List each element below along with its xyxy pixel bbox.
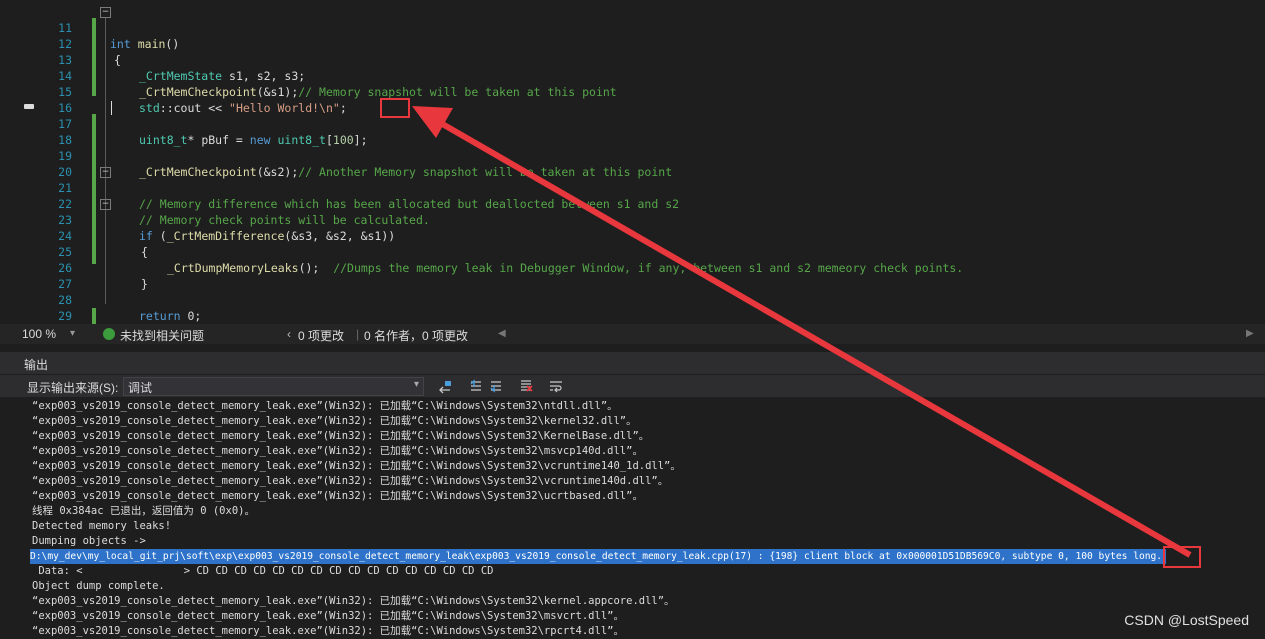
code-line-29: 29 }	[0, 292, 1265, 339]
output-line: “exp003_vs2019_console_detect_memory_lea…	[32, 430, 650, 442]
output-line-selected[interactable]: D:\my_dev\my_local_git_prj\soft\exp\exp0…	[30, 549, 1167, 564]
chevron-down-icon: ▾	[413, 379, 419, 390]
output-line: “exp003_vs2019_console_detect_memory_lea…	[32, 610, 624, 622]
change-arrow-icon: ‹	[287, 327, 291, 341]
issues-status[interactable]: 未找到相关问题	[120, 327, 204, 344]
output-source-label: 显示输出来源(S):	[27, 381, 119, 395]
output-line: Dumping objects ->	[32, 535, 146, 547]
output-line: “exp003_vs2019_console_detect_memory_lea…	[32, 460, 681, 472]
output-panel-title: 输出	[24, 358, 49, 372]
output-line: Detected memory leaks!	[32, 520, 172, 532]
find-message-icon[interactable]	[437, 378, 453, 394]
code-line-19: 19 _CrtMemCheckpoint(&s2);// Another Mem…	[0, 132, 1265, 179]
output-line: “exp003_vs2019_console_detect_memory_lea…	[32, 490, 643, 502]
output-line: Object dump complete.	[32, 580, 165, 592]
check-circle-icon	[103, 328, 115, 340]
code-line-17: 17 uint8_t* pBuf = new uint8_t[100];	[0, 100, 1265, 147]
zoom-level[interactable]: 100 %	[22, 327, 56, 341]
clear-all-icon[interactable]	[518, 378, 534, 394]
output-source-dropdown[interactable]: 调试 ▾	[123, 377, 424, 396]
code-line-18: 18	[0, 116, 1265, 147]
code-line-16: 16	[0, 84, 1265, 115]
output-line: “exp003_vs2019_console_detect_memory_lea…	[32, 595, 675, 607]
output-toolbar: 显示输出来源(S): 调试 ▾	[0, 375, 1265, 397]
divider: |	[356, 327, 360, 341]
code-line-13: 13 _CrtMemState s1, s2, s3;	[0, 36, 1265, 83]
text-caret	[111, 101, 112, 115]
code-line-21: 21 // Memory difference which has been a…	[0, 164, 1265, 211]
next-message-icon[interactable]	[488, 378, 504, 394]
code-line-22: 22 // Memory check points will be calcul…	[0, 180, 1265, 227]
output-line: 线程 0x384ac 已退出，返回值为 0 (0x0)。	[32, 505, 255, 517]
output-line: Data: < > CD CD CD CD CD CD CD CD CD CD …	[32, 565, 494, 577]
code-line-11: 11 int main()	[0, 4, 1265, 51]
output-panel-header: 输出	[0, 352, 1265, 374]
code-line-25: 25 _CrtDumpMemoryLeaks(); //Dumps the me…	[0, 228, 1265, 275]
code-line-26: 26 }	[0, 244, 1265, 291]
code-editor[interactable]: − − − 11 int main() 12 { 13 _CrtMemState…	[0, 0, 1265, 339]
previous-message-icon[interactable]	[468, 378, 484, 394]
output-line: “exp003_vs2019_console_detect_memory_lea…	[32, 415, 637, 427]
scroll-right-icon[interactable]: ▶	[1246, 328, 1254, 339]
code-line-12: 12 {	[0, 20, 1265, 67]
editor-status-bar: 100 % ▾ 未找到相关问题 ‹ 0 项更改 | 0 名作者，0 项更改 ◀ …	[0, 324, 1265, 344]
watermark: CSDN @LostSpeed	[1124, 612, 1249, 628]
output-line: “exp003_vs2019_console_detect_memory_lea…	[32, 445, 643, 457]
output-text-area[interactable]: “exp003_vs2019_console_detect_memory_lea…	[0, 398, 1265, 638]
code-line-14: 14 _CrtMemCheckpoint(&s1);// Memory snap…	[0, 52, 1265, 99]
code-line-28: 28 return 0;	[0, 276, 1265, 323]
code-line-24: 24 {	[0, 212, 1265, 259]
chevron-down-icon[interactable]: ▾	[70, 328, 75, 339]
output-line: “exp003_vs2019_console_detect_memory_lea…	[32, 475, 669, 487]
code-line-20: 20	[0, 148, 1265, 179]
code-line-23: 23 if (_CrtMemDifference(&s3, &s2, &s1))	[0, 196, 1265, 243]
code-line-15: 15 std::cout << "Hello World!\n";	[0, 68, 1265, 115]
code-line-27: 27	[0, 260, 1265, 291]
authors-count[interactable]: 0 名作者，0 项更改	[364, 327, 468, 344]
scroll-left-icon[interactable]: ◀	[498, 328, 506, 339]
output-line: “exp003_vs2019_console_detect_memory_lea…	[32, 625, 624, 637]
code-line-30: 30	[0, 308, 1265, 339]
changes-count[interactable]: 0 项更改	[298, 327, 344, 344]
output-source-value: 调试	[128, 381, 153, 395]
word-wrap-icon[interactable]	[548, 378, 564, 394]
output-line: “exp003_vs2019_console_detect_memory_lea…	[32, 400, 618, 412]
